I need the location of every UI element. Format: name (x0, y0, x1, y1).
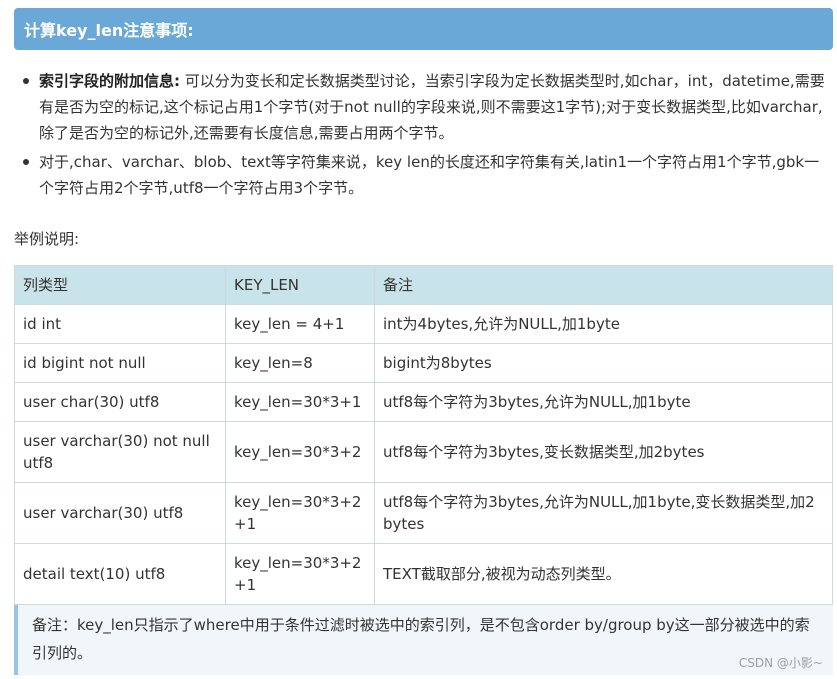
table-cell: id bigint not null (14, 343, 226, 383)
column-header: 备注 (374, 265, 833, 305)
note-text: 备注：key_len只指示了where中用于条件过滤时被选中的索引列，是不包含o… (32, 616, 810, 662)
table-row: id int key_len = 4+1 int为4bytes,允许为NULL,… (14, 304, 833, 344)
table-row: detail text(10) utf8 key_len=30*3+2+1 TE… (14, 543, 833, 605)
table-header-row: 列类型 KEY_LEN 备注 (14, 265, 833, 305)
table-cell: utf8每个字符为3bytes,变长数据类型,加2bytes (374, 421, 833, 483)
bullet-icon (23, 159, 29, 165)
notes-list: 索引字段的附加信息: 可以分为变长和定长数据类型讨论，当索引字段为定长数据类型时… (20, 68, 832, 204)
table-cell: key_len=30*3+2+1 (225, 482, 375, 544)
table-cell: key_len=8 (225, 343, 375, 383)
table-cell: bigint为8bytes (374, 343, 833, 383)
table-row: user varchar(30) utf8 key_len=30*3+2+1 u… (14, 482, 833, 544)
list-item: 索引字段的附加信息: 可以分为变长和定长数据类型讨论，当索引字段为定长数据类型时… (20, 68, 832, 146)
table-cell: key_len=30*3+1 (225, 382, 375, 422)
note-box: 备注：key_len只指示了where中用于条件过滤时被选中的索引列，是不包含o… (14, 605, 833, 675)
table-cell: user varchar(30) not null utf8 (14, 421, 226, 483)
table-row: user varchar(30) not null utf8 key_len=3… (14, 421, 833, 483)
table-cell: key_len = 4+1 (225, 304, 375, 344)
table-row: id bigint not null key_len=8 bigint为8byt… (14, 343, 833, 383)
list-item: 对于,char、varchar、blob、text等字符集来说，key len的… (20, 149, 832, 201)
table-cell: utf8每个字符为3bytes,允许为NULL,加1byte,变长数据类型,加2… (374, 482, 833, 544)
column-header: 列类型 (14, 265, 226, 305)
bullet-icon (23, 78, 29, 84)
watermark: CSDN @小影~ (738, 656, 823, 670)
example-label: 举例说明: (14, 230, 80, 248)
bullet-heading: 索引字段的附加信息: (39, 72, 180, 90)
table-row: user char(30) utf8 key_len=30*3+1 utf8每个… (14, 382, 833, 422)
table-cell: int为4bytes,允许为NULL,加1byte (374, 304, 833, 344)
keylen-table: 列类型 KEY_LEN 备注 id int key_len = 4+1 int为… (14, 265, 833, 605)
table-cell: user varchar(30) utf8 (14, 482, 226, 544)
table-cell: key_len=30*3+2+1 (225, 543, 375, 605)
bullet-text: 对于,char、varchar、blob、text等字符集来说，key len的… (39, 153, 820, 197)
section-title: 计算key_len注意事项: (24, 21, 194, 40)
table-cell: user char(30) utf8 (14, 382, 226, 422)
table-cell: key_len=30*3+2 (225, 421, 375, 483)
table-cell: utf8每个字符为3bytes,允许为NULL,加1byte (374, 382, 833, 422)
table-cell: TEXT截取部分,被视为动态列类型。 (374, 543, 833, 605)
column-header: KEY_LEN (225, 265, 375, 305)
table-cell: id int (14, 304, 226, 344)
table-cell: detail text(10) utf8 (14, 543, 226, 605)
section-header: 计算key_len注意事项: (14, 8, 833, 50)
